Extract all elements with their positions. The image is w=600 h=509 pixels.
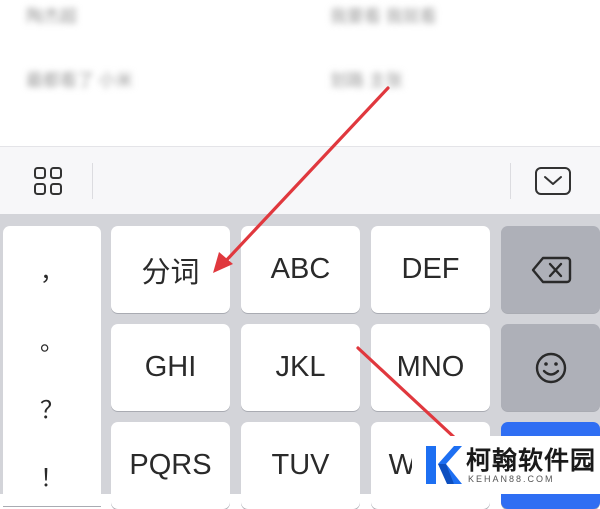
key-label: TUV	[271, 449, 330, 481]
punct-question[interactable]: ？	[3, 390, 101, 425]
key-label: 分词	[141, 256, 200, 289]
watermark: 柯翰软件园 KEHAN88.COM	[412, 436, 600, 494]
key-label: MNO	[396, 351, 465, 383]
grid-icon[interactable]	[32, 165, 64, 197]
punct-exclamation[interactable]: ！	[3, 458, 101, 493]
key-label: JKL	[275, 351, 326, 383]
punctuation-column[interactable]: ， 。 ？ ！	[3, 226, 101, 506]
backspace-icon	[531, 256, 571, 283]
emoji-icon	[535, 352, 566, 383]
key-tuv[interactable]: TUV	[241, 422, 360, 509]
keyboard-hide-icon[interactable]	[534, 165, 572, 197]
keyboard-toolbar	[0, 146, 600, 215]
punct-period[interactable]: 。	[3, 322, 101, 357]
content-line: 我要看 我就看	[330, 7, 437, 26]
toolbar-divider	[510, 163, 511, 199]
key-def[interactable]: DEF	[371, 226, 490, 313]
key-label: GHI	[144, 351, 197, 383]
key-jkl[interactable]: JKL	[241, 324, 360, 411]
key-pqrs[interactable]: PQRS	[111, 422, 230, 509]
key-label: ABC	[270, 253, 331, 285]
content-line: 最都看了 小米	[26, 71, 133, 90]
key-abc[interactable]: ABC	[241, 226, 360, 313]
toolbar-divider	[92, 163, 93, 199]
emoji-key[interactable]	[501, 324, 600, 411]
key-segment[interactable]: 分词	[111, 226, 230, 313]
content-line: 划路 主张	[330, 71, 403, 90]
content-area: 陶杰超 我要看 我就看 最都看了 小米 划路 主张	[0, 0, 600, 146]
backspace-key[interactable]	[501, 226, 600, 313]
key-label: PQRS	[129, 449, 212, 481]
key-ghi[interactable]: GHI	[111, 324, 230, 411]
content-line: 陶杰超	[26, 7, 77, 26]
watermark-subtitle: KEHAN88.COM	[468, 474, 555, 484]
k-logo-icon	[426, 446, 462, 484]
key-mno[interactable]: MNO	[371, 324, 490, 411]
watermark-title: 柯翰软件园	[466, 446, 597, 475]
punct-comma[interactable]: ，	[3, 252, 101, 287]
key-label: DEF	[401, 253, 460, 285]
